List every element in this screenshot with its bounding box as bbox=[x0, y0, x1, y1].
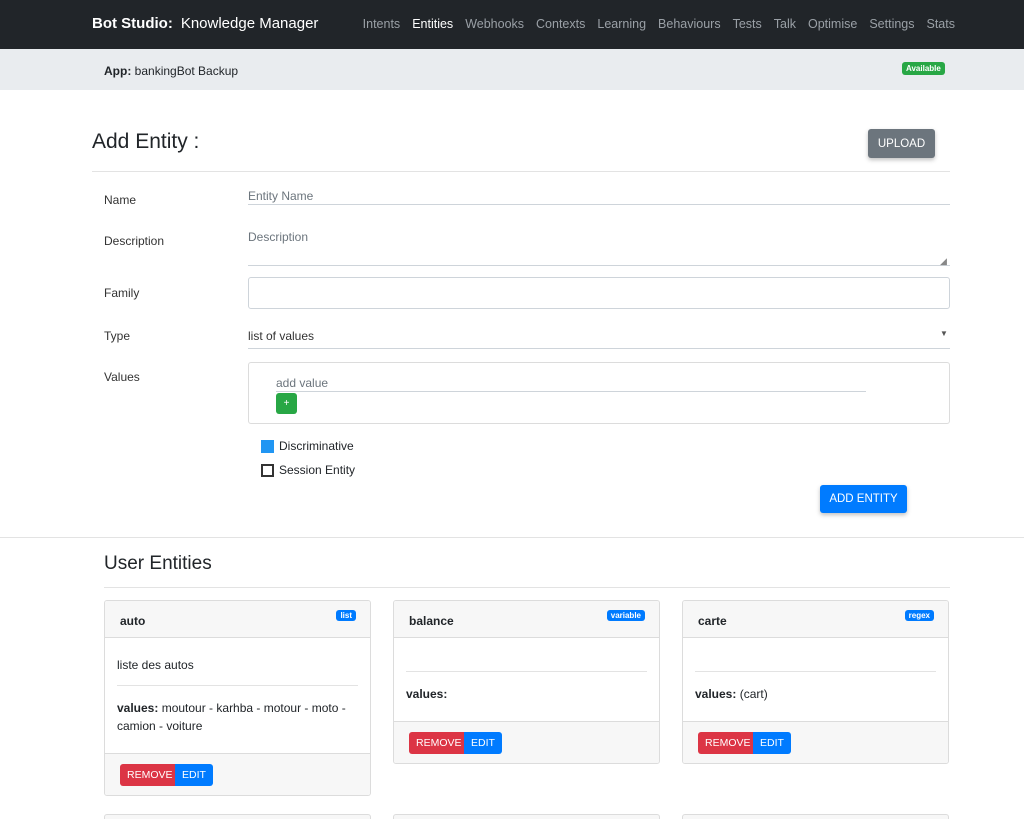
discriminative-checkbox[interactable] bbox=[261, 439, 274, 453]
card-header: auto list bbox=[105, 601, 370, 638]
remove-button[interactable]: REMOVE bbox=[409, 732, 469, 754]
brand[interactable]: Bot Studio: Knowledge Manager bbox=[92, 15, 318, 32]
session-entity-checkbox[interactable] bbox=[261, 463, 274, 477]
entity-type-badge: regex bbox=[904, 610, 934, 621]
description-textarea[interactable]: Description bbox=[248, 230, 950, 266]
user-entities-title: User Entities bbox=[104, 553, 212, 574]
values-text: (cart) bbox=[739, 687, 768, 701]
divider bbox=[92, 171, 950, 172]
description-label: Description bbox=[104, 234, 165, 248]
entity-card-auto: auto list liste des autos values: moutou… bbox=[104, 600, 371, 796]
card-body: values: (cart) bbox=[683, 638, 948, 721]
entity-name: carte bbox=[698, 614, 727, 628]
entity-card-partial bbox=[104, 814, 371, 819]
nav-stats[interactable]: Stats bbox=[927, 17, 956, 31]
top-navbar: Bot Studio: Knowledge Manager Intents Ent… bbox=[0, 0, 1024, 49]
app-name: bankingBot Backup bbox=[134, 64, 239, 78]
edit-button[interactable]: EDIT bbox=[753, 732, 791, 754]
entity-values: values: bbox=[406, 672, 647, 721]
remove-button[interactable]: REMOVE bbox=[120, 764, 180, 786]
brand-subtitle: Knowledge Manager bbox=[180, 15, 319, 32]
name-label: Name bbox=[104, 193, 137, 207]
page-title: Add Entity : bbox=[92, 130, 200, 153]
nav-learning[interactable]: Learning bbox=[597, 17, 646, 31]
discriminative-checkbox-row[interactable]: Discriminative bbox=[261, 439, 354, 453]
status-badge: Available bbox=[902, 62, 945, 75]
add-value-input[interactable]: add value bbox=[276, 376, 866, 392]
entity-description bbox=[406, 638, 647, 672]
card-header: carte regex bbox=[683, 601, 948, 638]
entity-name: balance bbox=[409, 614, 454, 628]
values-key: values: bbox=[406, 687, 448, 701]
session-entity-checkbox-row[interactable]: Session Entity bbox=[261, 463, 355, 477]
edit-button[interactable]: EDIT bbox=[464, 732, 502, 754]
chevron-down-icon: ▼ bbox=[940, 329, 948, 338]
nav-settings[interactable]: Settings bbox=[869, 17, 914, 31]
nav-behaviours[interactable]: Behaviours bbox=[658, 17, 721, 31]
entity-type-badge: variable bbox=[606, 610, 645, 621]
values-key: values: bbox=[695, 687, 737, 701]
section-divider bbox=[0, 537, 1024, 538]
brand-name: Bot Studio: bbox=[92, 15, 173, 32]
session-entity-label: Session Entity bbox=[279, 463, 356, 477]
entity-description: liste des autos bbox=[117, 638, 358, 686]
name-input[interactable]: Entity Name bbox=[248, 189, 950, 205]
discriminative-label: Discriminative bbox=[279, 439, 354, 453]
card-header: balance variable bbox=[394, 601, 659, 638]
entity-values: values: (cart) bbox=[695, 672, 936, 721]
remove-button[interactable]: REMOVE bbox=[698, 732, 758, 754]
add-value-button[interactable]: + bbox=[276, 393, 297, 414]
nav-webhooks[interactable]: Webhooks bbox=[465, 17, 524, 31]
family-input[interactable] bbox=[248, 277, 950, 309]
card-body: values: bbox=[394, 638, 659, 721]
card-footer: REMOVE EDIT bbox=[105, 753, 370, 795]
entity-card-partial bbox=[682, 814, 949, 819]
type-label: Type bbox=[104, 329, 131, 343]
resize-handle-icon[interactable]: ◢ bbox=[940, 256, 947, 267]
nav-intents[interactable]: Intents bbox=[363, 17, 401, 31]
card-body: liste des autos values: moutour - karhba… bbox=[105, 638, 370, 753]
edit-button[interactable]: EDIT bbox=[175, 764, 213, 786]
card-footer: REMOVE EDIT bbox=[683, 721, 948, 763]
entity-card-partial bbox=[393, 814, 660, 819]
entity-card-balance: balance variable values: REMOVE EDIT bbox=[393, 600, 660, 764]
nav-tests[interactable]: Tests bbox=[733, 17, 762, 31]
app-label: App: bankingBot Backup bbox=[104, 64, 238, 78]
nav-links: Intents Entities Webhooks Contexts Learn… bbox=[351, 17, 955, 31]
type-select[interactable]: list of values bbox=[248, 329, 950, 349]
card-footer: REMOVE EDIT bbox=[394, 721, 659, 763]
values-label: Values bbox=[104, 370, 140, 384]
add-entity-button[interactable]: ADD ENTITY bbox=[820, 485, 907, 513]
app-label-key: App: bbox=[104, 64, 132, 78]
nav-optimise[interactable]: Optimise bbox=[808, 17, 857, 31]
entity-type-badge: list bbox=[336, 610, 356, 621]
values-key: values: bbox=[117, 701, 159, 715]
divider bbox=[104, 587, 950, 588]
entity-values: values: moutour - karhba - motour - moto… bbox=[117, 686, 358, 753]
nav-talk[interactable]: Talk bbox=[774, 17, 796, 31]
upload-button[interactable]: UPLOAD bbox=[868, 129, 935, 158]
nav-contexts[interactable]: Contexts bbox=[536, 17, 585, 31]
entity-card-carte: carte regex values: (cart) REMOVE EDIT bbox=[682, 600, 949, 764]
entity-description bbox=[695, 638, 936, 672]
values-box bbox=[248, 362, 950, 424]
family-label: Family bbox=[104, 286, 140, 300]
nav-entities[interactable]: Entities bbox=[412, 17, 453, 31]
app-bar: App: bankingBot Backup bbox=[0, 49, 1024, 90]
entity-name: auto bbox=[120, 614, 146, 628]
